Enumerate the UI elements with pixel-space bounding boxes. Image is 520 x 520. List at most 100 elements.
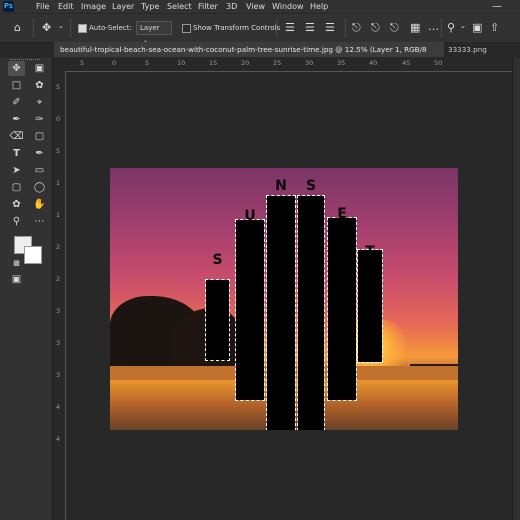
path-selection-icon[interactable]: ➤ xyxy=(8,163,25,178)
ruler-label: 3 xyxy=(56,371,61,379)
menu-edit[interactable]: Edit xyxy=(58,1,74,12)
document-canvas-image[interactable]: S U N S E T xyxy=(110,168,458,430)
default-colors-icon[interactable]: ▩ xyxy=(8,256,25,271)
ruler-label: 5 xyxy=(80,59,85,67)
letter-s-second: S xyxy=(305,178,317,194)
ruler-label: 5 xyxy=(56,83,61,91)
eraser-icon[interactable]: ⌫ xyxy=(8,129,25,144)
ruler-label: 30 xyxy=(305,59,314,67)
ruler-label: 25 xyxy=(273,59,282,67)
align-left-icon[interactable]: ☰ xyxy=(285,21,295,34)
ruler-label: 1 xyxy=(56,211,61,219)
auto-select-dropdown[interactable]: Layer ⌄ xyxy=(136,21,172,44)
align-center-icon[interactable]: ☰ xyxy=(305,21,315,34)
letter-u: U xyxy=(244,208,256,224)
letter-bar-s[interactable] xyxy=(205,279,230,361)
ruler-label: 1 xyxy=(56,179,61,187)
menu-window[interactable]: Window xyxy=(272,1,304,12)
ruler-label: 40 xyxy=(369,59,378,67)
letter-bar-e[interactable] xyxy=(327,217,357,401)
tab-label: beautiful-tropical-beach-sea-ocean-with-… xyxy=(60,45,427,54)
ruler-label: 3 xyxy=(56,339,61,347)
minimize-icon[interactable]: — xyxy=(492,1,502,12)
letter-bar-n[interactable] xyxy=(266,195,296,430)
tools-panel: ✥ ▣ □ ✿ ✐ ⌖ ✒ ✑ ⌫ ▢ T ✒ ➤ ▭ ▢ ◯ ✿ ✋ ⚲ ⋯ … xyxy=(0,58,53,520)
auto-select-checkbox[interactable] xyxy=(78,24,87,33)
ruler-label: 20 xyxy=(241,59,250,67)
ruler-label: 50 xyxy=(434,59,443,67)
menu-file[interactable]: File xyxy=(36,1,49,12)
more-tools-icon[interactable]: ⋯ xyxy=(31,214,48,229)
crop-tool-icon[interactable]: ⌖ xyxy=(31,95,48,110)
ellipse-tool-icon[interactable]: ◯ xyxy=(31,180,48,195)
auto-select-value: Layer xyxy=(140,24,160,32)
workspace-icon[interactable]: ▣ xyxy=(472,21,482,34)
letter-bar-u[interactable] xyxy=(235,219,265,401)
ruler-label: 2 xyxy=(56,243,61,251)
menu-3d[interactable]: 3D xyxy=(226,1,237,12)
quick-selection-icon[interactable]: ✐ xyxy=(8,95,25,110)
letter-s: S xyxy=(212,252,223,268)
tab-33333[interactable]: 33333.png xyxy=(442,42,518,57)
background-color-swatch[interactable] xyxy=(24,246,42,264)
ruler-label: 10 xyxy=(177,59,186,67)
menu-help[interactable]: Help xyxy=(310,1,328,12)
letter-n: N xyxy=(275,178,287,194)
lasso-tool-icon[interactable]: ✿ xyxy=(31,78,48,93)
tab-label: 33333.png xyxy=(448,45,487,54)
rectangle-tool-icon[interactable]: ▭ xyxy=(31,163,48,178)
letter-bar-s2[interactable] xyxy=(297,195,325,430)
zoom-tool-icon[interactable]: ⚲ xyxy=(8,214,25,229)
ruler-label: 5 xyxy=(145,59,150,67)
rounded-rectangle-icon[interactable]: ▢ xyxy=(8,180,25,195)
type-tool-icon[interactable]: T xyxy=(8,146,25,161)
ruler-label: 3 xyxy=(56,307,61,315)
photoshop-logo: Ps xyxy=(3,1,14,12)
ruler-label: 35 xyxy=(337,59,346,67)
gradient-icon[interactable]: ▢ xyxy=(31,129,48,144)
align-right-icon[interactable]: ☰ xyxy=(325,21,335,34)
brush-tool-icon[interactable]: ✑ xyxy=(31,112,48,127)
menu-layer[interactable]: Layer xyxy=(112,1,134,12)
scrollbar-vertical[interactable] xyxy=(512,58,520,520)
artboard-tool-icon[interactable]: ▣ xyxy=(31,61,48,76)
share-icon[interactable]: ⇧ xyxy=(490,21,499,34)
show-transform-label: Show Transform Controls xyxy=(193,24,281,32)
chevron-down-icon[interactable]: ⌄ xyxy=(460,22,466,30)
menu-bar: Ps File Edit Image Layer Type Select Fil… xyxy=(0,0,520,13)
align-middle-icon[interactable]: ⎋ xyxy=(371,21,380,35)
menu-filter[interactable]: Filter xyxy=(198,1,218,12)
ruler-label: 5 xyxy=(56,147,61,155)
move-tool-icon[interactable]: ✥ xyxy=(42,21,51,34)
align-bottom-icon[interactable]: ⎋ xyxy=(390,21,399,35)
eyedropper-icon[interactable]: ✒ xyxy=(8,112,25,127)
chevron-down-icon[interactable]: ⌄ xyxy=(58,22,64,30)
letter-t: T xyxy=(365,244,375,260)
ruler-label: 4 xyxy=(56,435,61,443)
distribute-icon[interactable]: ▦ xyxy=(410,21,420,34)
quick-mask-icon[interactable]: ▣ xyxy=(8,272,25,287)
ruler-label: 0 xyxy=(112,59,117,67)
tab-active-document[interactable]: beautiful-tropical-beach-sea-ocean-with-… xyxy=(54,42,444,57)
ruler-top: 5 0 5 10 15 20 25 30 35 40 45 50 xyxy=(66,58,512,72)
ruler-label: 4 xyxy=(56,403,61,411)
align-top-icon[interactable]: ⎋ xyxy=(352,21,361,35)
menu-view[interactable]: View xyxy=(246,1,265,12)
home-icon[interactable]: ⌂ xyxy=(14,21,21,34)
document-tab-bar: beautiful-tropical-beach-sea-ocean-with-… xyxy=(52,42,520,58)
menu-type[interactable]: Type xyxy=(141,1,159,12)
pen-tool-icon[interactable]: ✒ xyxy=(31,146,48,161)
menu-select[interactable]: Select xyxy=(167,1,192,12)
show-transform-checkbox[interactable] xyxy=(182,24,191,33)
marquee-tool-icon[interactable]: □ xyxy=(8,78,25,93)
hand-tool-icon[interactable]: ✋ xyxy=(31,197,48,212)
ruler-label: 45 xyxy=(402,59,411,67)
search-icon[interactable]: ⚲ xyxy=(447,21,455,34)
move-tool-icon[interactable]: ✥ xyxy=(8,61,25,76)
custom-shape-icon[interactable]: ✿ xyxy=(8,197,25,212)
letter-bar-t[interactable] xyxy=(357,249,383,363)
more-options-icon[interactable]: … xyxy=(428,20,439,33)
ruler-label: 0 xyxy=(56,115,61,123)
letter-e: E xyxy=(337,206,347,222)
menu-image[interactable]: Image xyxy=(81,1,106,12)
